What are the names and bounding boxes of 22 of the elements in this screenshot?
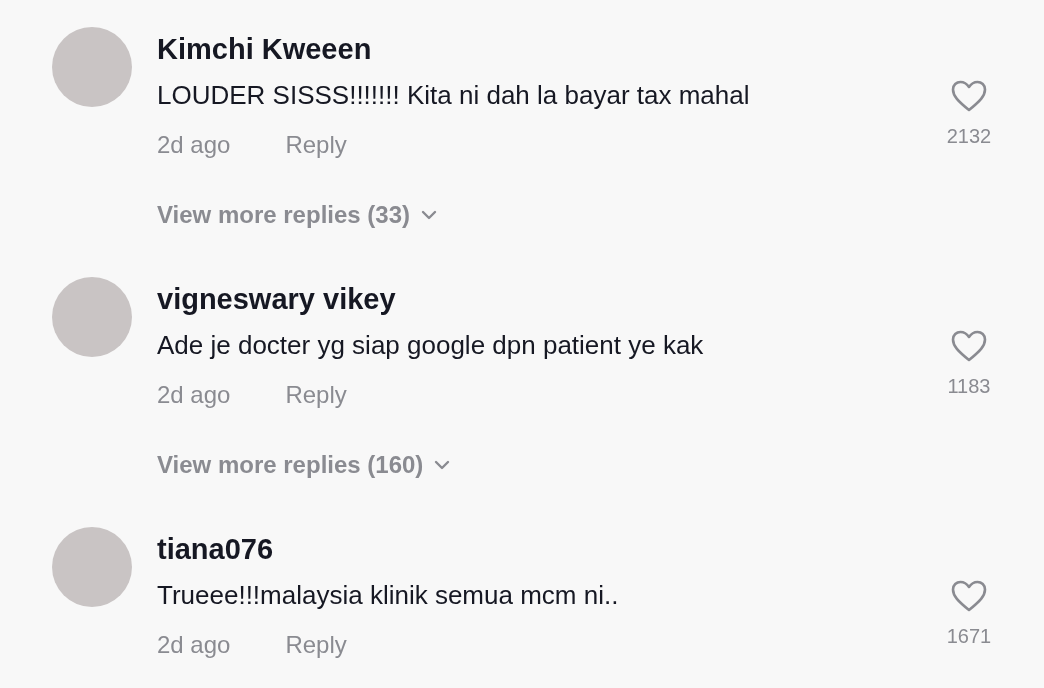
heart-icon[interactable] [950,579,988,613]
heart-icon[interactable] [950,79,988,113]
username[interactable]: vigneswary vikey [157,279,924,319]
comment-time: 2d ago [157,130,231,160]
heart-icon[interactable] [950,329,988,363]
like-count: 2132 [946,125,992,148]
comment-time: 2d ago [157,380,231,410]
username[interactable]: tiana076 [157,529,924,569]
comment-time: 2d ago [157,630,231,660]
like-count: 1183 [947,375,991,398]
username[interactable]: Kimchi Kweeen [157,29,924,69]
reply-button[interactable]: Reply [285,129,347,161]
view-more-replies-button[interactable]: View more replies (160) [157,449,452,481]
reply-button[interactable]: Reply [285,379,347,411]
comment-text: Ade je docter yg siap google dpn patient ye kak [157,329,705,362]
comment-text: LOUDER SISSS!!!!!!! Kita ni dah la bayar tax mahal [157,79,751,112]
reply-button[interactable]: Reply [285,629,347,661]
chevron-down-icon [420,209,438,221]
view-more-replies-button[interactable]: View more replies (33) [157,199,438,231]
comment-text: Trueee!!!malaysia klinik semua mcm ni.. [157,579,620,612]
like-count: 1671 [946,625,992,648]
chevron-down-icon [433,459,452,471]
